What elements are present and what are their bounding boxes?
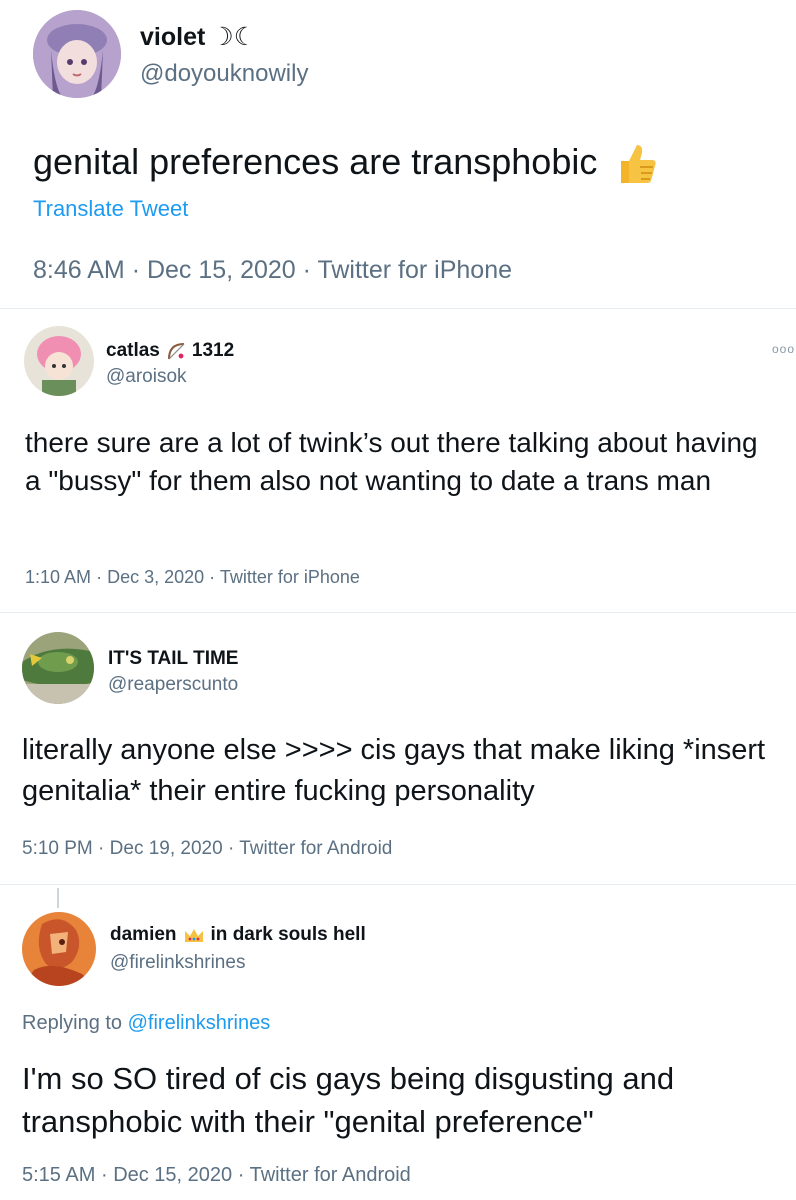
tweet-time: 8:46 AM	[33, 256, 125, 284]
tweet-timestamp[interactable]: 5:10 PM · Dec 19, 2020 · Twitter for And…	[22, 838, 392, 860]
avatar[interactable]	[22, 912, 96, 986]
name-suffix: in dark souls hell	[210, 924, 366, 945]
user-handle[interactable]: @aroisok	[106, 366, 187, 388]
display-name[interactable]: damien in dark souls hell	[110, 924, 366, 946]
tweet-date: Dec 15, 2020	[146, 256, 296, 284]
crown-icon	[184, 929, 203, 942]
tweet-date: Dec 3, 2020	[107, 567, 205, 587]
moon-emoji: ☽☾	[211, 23, 257, 51]
divider	[0, 612, 796, 613]
tweet-card-tail-time: IT'S TAIL TIME @reaperscunto literally a…	[0, 618, 796, 880]
avatar-image	[22, 912, 96, 986]
separator-dot: ·	[227, 838, 235, 859]
avatar[interactable]	[24, 326, 94, 396]
bow-emoji	[166, 341, 186, 361]
display-name[interactable]: catlas 1312	[106, 340, 234, 362]
tweet-timestamp[interactable]: 1:10 AM · Dec 3, 2020 · Twitter for iPho…	[25, 567, 360, 588]
user-handle[interactable]: @firelinkshrines	[110, 952, 245, 974]
display-name[interactable]: violet ☽☾	[140, 22, 256, 52]
tweet-card-catlas: catlas 1312 @aroisok ooo there sure are …	[0, 312, 796, 610]
separator-dot: ·	[96, 567, 103, 587]
separator-dot: ·	[302, 256, 311, 284]
user-handle[interactable]: @reaperscunto	[108, 674, 238, 696]
tweet-timestamp[interactable]: 8:46 AM · Dec 15, 2020 · Twitter for iPh…	[33, 256, 512, 285]
thumbs-up-icon	[621, 145, 657, 184]
display-name[interactable]: IT'S TAIL TIME	[108, 648, 238, 670]
tweet-client: Twitter for Android	[249, 1164, 411, 1186]
avatar[interactable]	[22, 632, 94, 704]
replying-to: Replying to @firelinkshrines	[22, 1012, 270, 1035]
tweet-text: I'm so SO tired of cis gays being disgus…	[22, 1061, 675, 1139]
tweet-time: 1:10 AM	[25, 567, 92, 587]
replying-to-handle-link[interactable]: @firelinkshrines	[128, 1012, 271, 1034]
tweet-timestamp[interactable]: 5:15 AM · Dec 15, 2020 · Twitter for And…	[22, 1164, 411, 1187]
tweet-text: literally anyone else >>>> cis gays that…	[22, 734, 766, 807]
thread-line	[57, 888, 59, 908]
tweet-client: Twitter for iPhone	[317, 256, 512, 284]
bow-and-arrow-icon	[167, 343, 185, 360]
thumbs-up-emoji	[613, 141, 659, 187]
divider	[0, 884, 796, 885]
tweet-time: 5:10 PM	[22, 838, 93, 859]
separator-dot: ·	[100, 1164, 108, 1186]
display-name-text: damien	[110, 924, 177, 945]
more-options-icon[interactable]: ooo	[772, 342, 795, 356]
tweet-time: 5:15 AM	[22, 1164, 96, 1186]
tweet-text-content: genital preferences are transphobic	[33, 141, 598, 182]
tweet-card-damien: damien in dark souls hell @firelinkshrin…	[0, 888, 796, 1200]
tweet-client: Twitter for Android	[239, 838, 393, 859]
display-name-text: catlas	[106, 340, 160, 361]
avatar[interactable]	[33, 10, 121, 98]
translate-tweet-link[interactable]: Translate Tweet	[33, 196, 188, 222]
avatar-image	[33, 10, 121, 98]
replying-prefix: Replying to	[22, 1012, 123, 1034]
crown-emoji	[183, 926, 205, 944]
separator-dot: ·	[98, 838, 105, 859]
separator-dot: ·	[237, 1164, 245, 1186]
tweet-card-violet: violet ☽☾ @doyouknowily genital preferen…	[0, 0, 780, 306]
separator-dot: ·	[131, 256, 141, 284]
tweet-text: genital preferences are transphobic	[33, 138, 773, 187]
separator-dot: ·	[209, 567, 216, 587]
avatar-image	[24, 326, 94, 396]
tweet-date: Dec 15, 2020	[113, 1164, 233, 1186]
tweet-client: Twitter for iPhone	[219, 567, 360, 587]
divider	[0, 308, 796, 309]
user-handle[interactable]: @doyouknowily	[140, 60, 308, 88]
tweet-date: Dec 19, 2020	[109, 838, 223, 859]
name-suffix: 1312	[191, 340, 235, 361]
avatar-image	[22, 632, 94, 704]
tweet-text: there sure are a lot of twink’s out ther…	[25, 427, 758, 497]
display-name-text: violet	[140, 22, 206, 51]
